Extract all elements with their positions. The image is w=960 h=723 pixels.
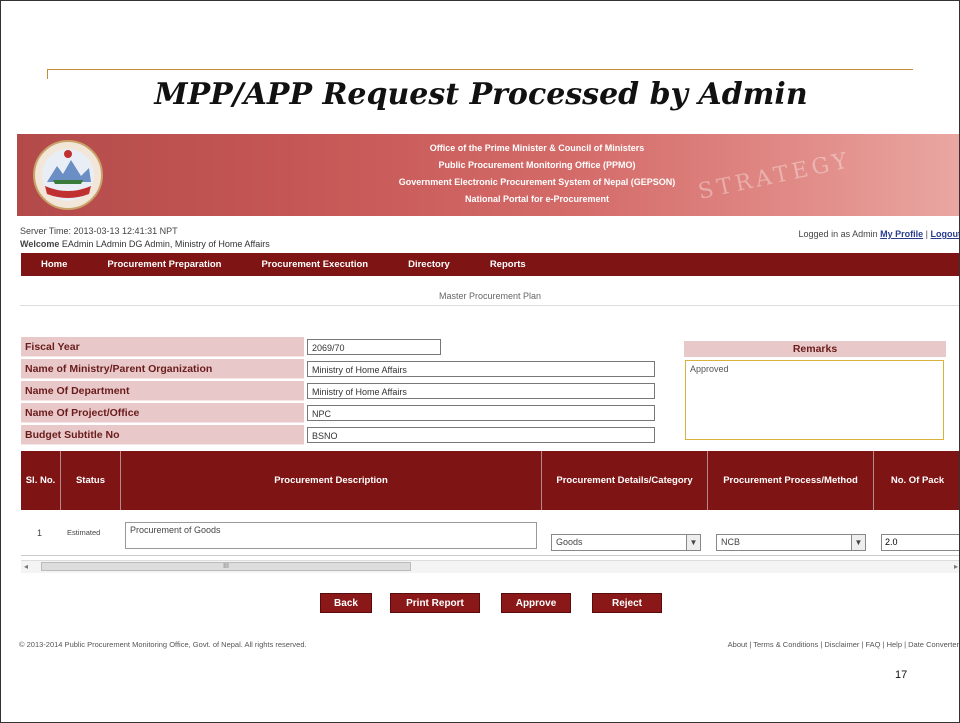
banner-text: Office of the Prime Minister & Council o… xyxy=(317,140,757,208)
scroll-left-icon[interactable]: ◂ xyxy=(24,561,28,573)
chevron-down-icon[interactable]: ▼ xyxy=(851,535,865,550)
page-footer: © 2013-2014 Public Procurement Monitorin… xyxy=(17,640,959,654)
back-button[interactable]: Back xyxy=(320,593,372,613)
ministry-label: Name of Ministry/Parent Organization xyxy=(21,359,304,379)
banner-line-3: Government Electronic Procurement System… xyxy=(398,177,676,187)
banner-line-4: National Portal for e-Procurement xyxy=(464,194,610,204)
row-packages-field[interactable]: 2.0 xyxy=(881,534,959,551)
department-field[interactable]: Ministry of Home Affairs xyxy=(307,383,655,399)
scroll-right-icon[interactable]: ▸ xyxy=(954,561,958,573)
my-profile-link[interactable]: My Profile xyxy=(880,229,923,239)
welcome-prefix: Welcome xyxy=(20,239,60,249)
fiscal-year-label: Fiscal Year xyxy=(21,337,304,357)
ministry-field[interactable]: Ministry of Home Affairs xyxy=(307,361,655,377)
nav-directory[interactable]: Directory xyxy=(408,259,450,270)
project-label: Name Of Project/Office xyxy=(21,403,304,423)
nav-procurement-execution[interactable]: Procurement Execution xyxy=(261,259,368,270)
main-navbar: Home Procurement Preparation Procurement… xyxy=(21,253,959,276)
header-category: Procurement Details/Category xyxy=(542,451,708,510)
header-description: Procurement Description xyxy=(121,451,542,510)
nepal-emblem-icon xyxy=(33,140,103,210)
row-category-value: Goods xyxy=(556,537,583,547)
form-row-ministry: Name of Ministry/Parent Organization Min… xyxy=(21,358,658,380)
print-report-button[interactable]: Print Report xyxy=(390,593,480,613)
header-status: Status xyxy=(61,451,121,510)
scrollbar-thumb[interactable]: III xyxy=(41,562,411,571)
slide: MPP/APP Request Processed by Admin STRAT… xyxy=(0,0,960,723)
banner-line-2: Public Procurement Monitoring Office (PP… xyxy=(438,160,636,170)
logged-in-as: Logged in as Admin xyxy=(798,229,878,239)
procurement-table-header: Sl. No. Status Procurement Description P… xyxy=(21,451,959,510)
row-sl-no: 1 xyxy=(37,527,43,538)
login-info: Logged in as Admin My Profile | Logout xyxy=(798,229,960,239)
row-description-field[interactable]: Procurement of Goods xyxy=(125,522,537,549)
header-method: Procurement Process/Method xyxy=(708,451,874,510)
nav-reports[interactable]: Reports xyxy=(490,259,526,270)
header-packages: No. Of Pack xyxy=(890,474,945,486)
table-row: 1 Estimated Procurement of Goods Goods ▼… xyxy=(21,510,959,556)
welcome-user: EAdmin LAdmin DG Admin, Ministry of Home… xyxy=(61,239,270,249)
header-sl-no: Sl. No. xyxy=(21,451,61,510)
action-buttons: Back Print Report Approve Reject xyxy=(17,593,959,613)
fiscal-year-field[interactable]: 2069/70 xyxy=(307,339,441,355)
form-row-department: Name Of Department Ministry of Home Affa… xyxy=(21,380,658,402)
welcome-text: Welcome EAdmin LAdmin DG Admin, Ministry… xyxy=(20,239,270,249)
row-method-select[interactable]: NCB ▼ xyxy=(716,534,866,551)
row-category-select[interactable]: Goods ▼ xyxy=(551,534,701,551)
department-label: Name Of Department xyxy=(21,381,304,401)
footer-links[interactable]: About | Terms & Conditions | Disclaimer … xyxy=(728,640,959,649)
slide-title: MPP/APP Request Processed by Admin xyxy=(154,77,808,112)
server-time: Server Time: 2013-03-13 12:41:31 NPT xyxy=(20,226,178,236)
remarks-textarea[interactable]: Approved xyxy=(685,360,944,440)
portal-banner: STRATEGY Office of the Prime Minister & … xyxy=(17,134,959,216)
project-field[interactable]: NPC xyxy=(307,405,655,421)
plan-form: Fiscal Year 2069/70 Name of Ministry/Par… xyxy=(21,336,658,446)
breadcrumb: Master Procurement Plan xyxy=(20,287,959,306)
footer-copyright: © 2013-2014 Public Procurement Monitorin… xyxy=(19,640,307,649)
horizontal-scrollbar[interactable]: ◂ III ▸ xyxy=(21,560,959,573)
banner-line-1: Office of the Prime Minister & Council o… xyxy=(429,143,645,153)
nav-home[interactable]: Home xyxy=(41,259,67,270)
budget-label: Budget Subtitle No xyxy=(21,425,304,445)
logout-link[interactable]: Logout xyxy=(931,229,960,239)
title-accent-line xyxy=(47,69,913,70)
page-number: 17 xyxy=(895,669,908,681)
budget-field[interactable]: BSNO xyxy=(307,427,655,443)
form-row-budget: Budget Subtitle No BSNO xyxy=(21,424,658,446)
approve-button[interactable]: Approve xyxy=(501,593,571,613)
nav-procurement-preparation[interactable]: Procurement Preparation xyxy=(107,259,221,270)
remarks-label: Remarks xyxy=(684,341,946,357)
screenshot-area: STRATEGY Office of the Prime Minister & … xyxy=(17,134,960,661)
login-separator: | xyxy=(925,229,928,239)
chevron-down-icon[interactable]: ▼ xyxy=(686,535,700,550)
reject-button[interactable]: Reject xyxy=(592,593,662,613)
form-row-project: Name Of Project/Office NPC xyxy=(21,402,658,424)
row-method-value: NCB xyxy=(721,537,741,547)
row-status: Estimated xyxy=(67,528,101,537)
form-row-fiscal-year: Fiscal Year 2069/70 xyxy=(21,336,658,358)
